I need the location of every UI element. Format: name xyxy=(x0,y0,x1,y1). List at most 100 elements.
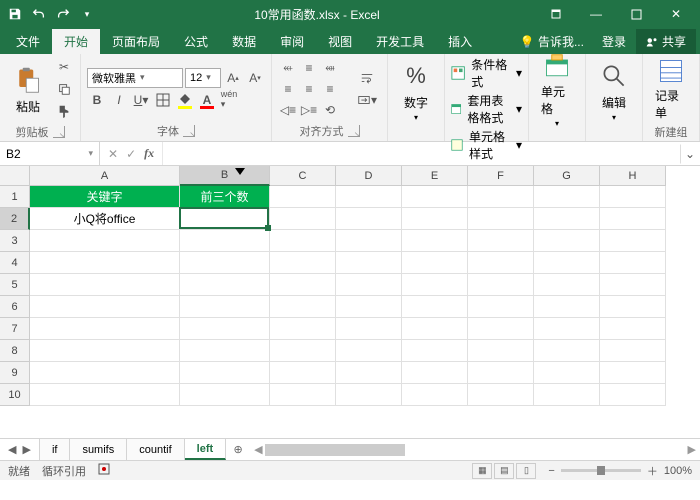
cell[interactable] xyxy=(180,208,270,230)
cell[interactable] xyxy=(270,252,336,274)
row-header-2[interactable]: 2 xyxy=(0,208,30,230)
view-pagebreak-icon[interactable]: ▯ xyxy=(516,463,536,479)
redo-icon[interactable] xyxy=(52,3,74,25)
font-size-combo[interactable]: 12 xyxy=(185,68,221,88)
cell[interactable] xyxy=(600,384,666,406)
launcher-icon[interactable] xyxy=(348,125,360,137)
cond-format-button[interactable]: 条件格式▾ xyxy=(451,56,522,90)
tab-home[interactable]: 开始 xyxy=(52,29,100,54)
format-painter-icon[interactable] xyxy=(54,101,74,121)
cell[interactable] xyxy=(534,362,600,384)
cell[interactable] xyxy=(180,274,270,296)
cell[interactable] xyxy=(468,274,534,296)
cell[interactable] xyxy=(468,252,534,274)
row-header-4[interactable]: 4 xyxy=(0,252,30,274)
align-bottom-icon[interactable]: ⬵ xyxy=(320,58,340,78)
col-header-E[interactable]: E xyxy=(402,166,468,186)
cell[interactable] xyxy=(180,318,270,340)
orientation-icon[interactable]: ⟲ xyxy=(320,100,340,120)
record-macro-icon[interactable] xyxy=(98,463,110,478)
copy-icon[interactable] xyxy=(54,79,74,99)
cell[interactable] xyxy=(534,208,600,230)
cell[interactable] xyxy=(180,296,270,318)
cell[interactable] xyxy=(534,296,600,318)
italic-button[interactable]: I xyxy=(109,90,129,110)
share-button[interactable]: 共享 xyxy=(636,29,696,54)
cell[interactable] xyxy=(534,186,600,208)
select-all-corner[interactable] xyxy=(0,166,30,186)
cell[interactable] xyxy=(336,340,402,362)
cell[interactable]: 关键字 xyxy=(30,186,180,208)
row-header-1[interactable]: 1 xyxy=(0,186,30,208)
row-header-6[interactable]: 6 xyxy=(0,296,30,318)
cell[interactable] xyxy=(336,384,402,406)
paste-button[interactable]: 粘贴 xyxy=(6,56,50,122)
close-icon[interactable]: ✕ xyxy=(656,0,696,28)
cell[interactable] xyxy=(402,230,468,252)
cell[interactable] xyxy=(336,296,402,318)
maximize-icon[interactable] xyxy=(616,0,656,28)
sheet-nav[interactable]: ◀▶ xyxy=(0,439,40,460)
cell[interactable] xyxy=(468,318,534,340)
col-header-C[interactable]: C xyxy=(270,166,336,186)
tab-review[interactable]: 审阅 xyxy=(268,29,316,54)
table-format-button[interactable]: 套用表格格式▾ xyxy=(451,92,522,126)
decrease-indent-icon[interactable]: ◁≡ xyxy=(278,100,298,120)
row-header-8[interactable]: 8 xyxy=(0,340,30,362)
row-header-9[interactable]: 9 xyxy=(0,362,30,384)
col-header-H[interactable]: H xyxy=(600,166,666,186)
record-form-button[interactable]: 记录单 xyxy=(649,56,693,122)
cell[interactable] xyxy=(270,296,336,318)
cells-button[interactable]: 单元格▾ xyxy=(535,58,579,124)
font-name-combo[interactable]: 微软雅黑 xyxy=(87,68,183,88)
fill-color-icon[interactable] xyxy=(175,90,195,110)
cut-icon[interactable]: ✂ xyxy=(54,57,74,77)
cell[interactable] xyxy=(468,296,534,318)
row-header-5[interactable]: 5 xyxy=(0,274,30,296)
cell[interactable] xyxy=(180,252,270,274)
cell[interactable] xyxy=(270,318,336,340)
cell[interactable] xyxy=(336,252,402,274)
tab-data[interactable]: 数据 xyxy=(220,29,268,54)
cell[interactable] xyxy=(180,362,270,384)
cell[interactable] xyxy=(600,186,666,208)
save-icon[interactable] xyxy=(4,3,26,25)
cell[interactable] xyxy=(600,274,666,296)
wrap-text-icon[interactable] xyxy=(353,68,381,88)
cell[interactable] xyxy=(336,208,402,230)
cell[interactable] xyxy=(336,318,402,340)
cell[interactable] xyxy=(270,340,336,362)
cell[interactable] xyxy=(468,186,534,208)
cell[interactable]: 前三个数 xyxy=(180,186,270,208)
cell[interactable] xyxy=(402,318,468,340)
cell[interactable] xyxy=(30,362,180,384)
zoom-level[interactable]: 100% xyxy=(664,465,692,477)
cell[interactable] xyxy=(30,296,180,318)
qat-dropdown-icon[interactable]: ▾ xyxy=(76,3,98,25)
cell[interactable] xyxy=(30,318,180,340)
col-header-A[interactable]: A xyxy=(30,166,180,186)
cell[interactable] xyxy=(270,186,336,208)
cell[interactable] xyxy=(534,252,600,274)
cell[interactable] xyxy=(534,274,600,296)
cell[interactable] xyxy=(30,252,180,274)
cell[interactable]: 小Q将office xyxy=(30,208,180,230)
enter-icon[interactable]: ✓ xyxy=(126,147,136,161)
next-sheet-icon[interactable]: ▶ xyxy=(22,443,30,456)
row-header-3[interactable]: 3 xyxy=(0,230,30,252)
view-pagelayout-icon[interactable]: ▤ xyxy=(494,463,514,479)
cell[interactable] xyxy=(402,296,468,318)
cell[interactable] xyxy=(600,318,666,340)
zoom-slider[interactable] xyxy=(561,469,641,472)
cell[interactable] xyxy=(468,230,534,252)
cell[interactable] xyxy=(270,384,336,406)
cell[interactable] xyxy=(30,340,180,362)
cell[interactable] xyxy=(468,340,534,362)
add-sheet-button[interactable]: ⊕ xyxy=(226,439,250,460)
cell[interactable] xyxy=(180,384,270,406)
sheet-tab-sumifs[interactable]: sumifs xyxy=(70,439,127,460)
col-header-B[interactable]: B xyxy=(180,166,270,186)
edit-button[interactable]: 编辑▾ xyxy=(592,58,636,124)
tab-insert[interactable]: 插入 xyxy=(436,29,484,54)
expand-formula-bar-icon[interactable]: ⌄ xyxy=(680,144,700,164)
